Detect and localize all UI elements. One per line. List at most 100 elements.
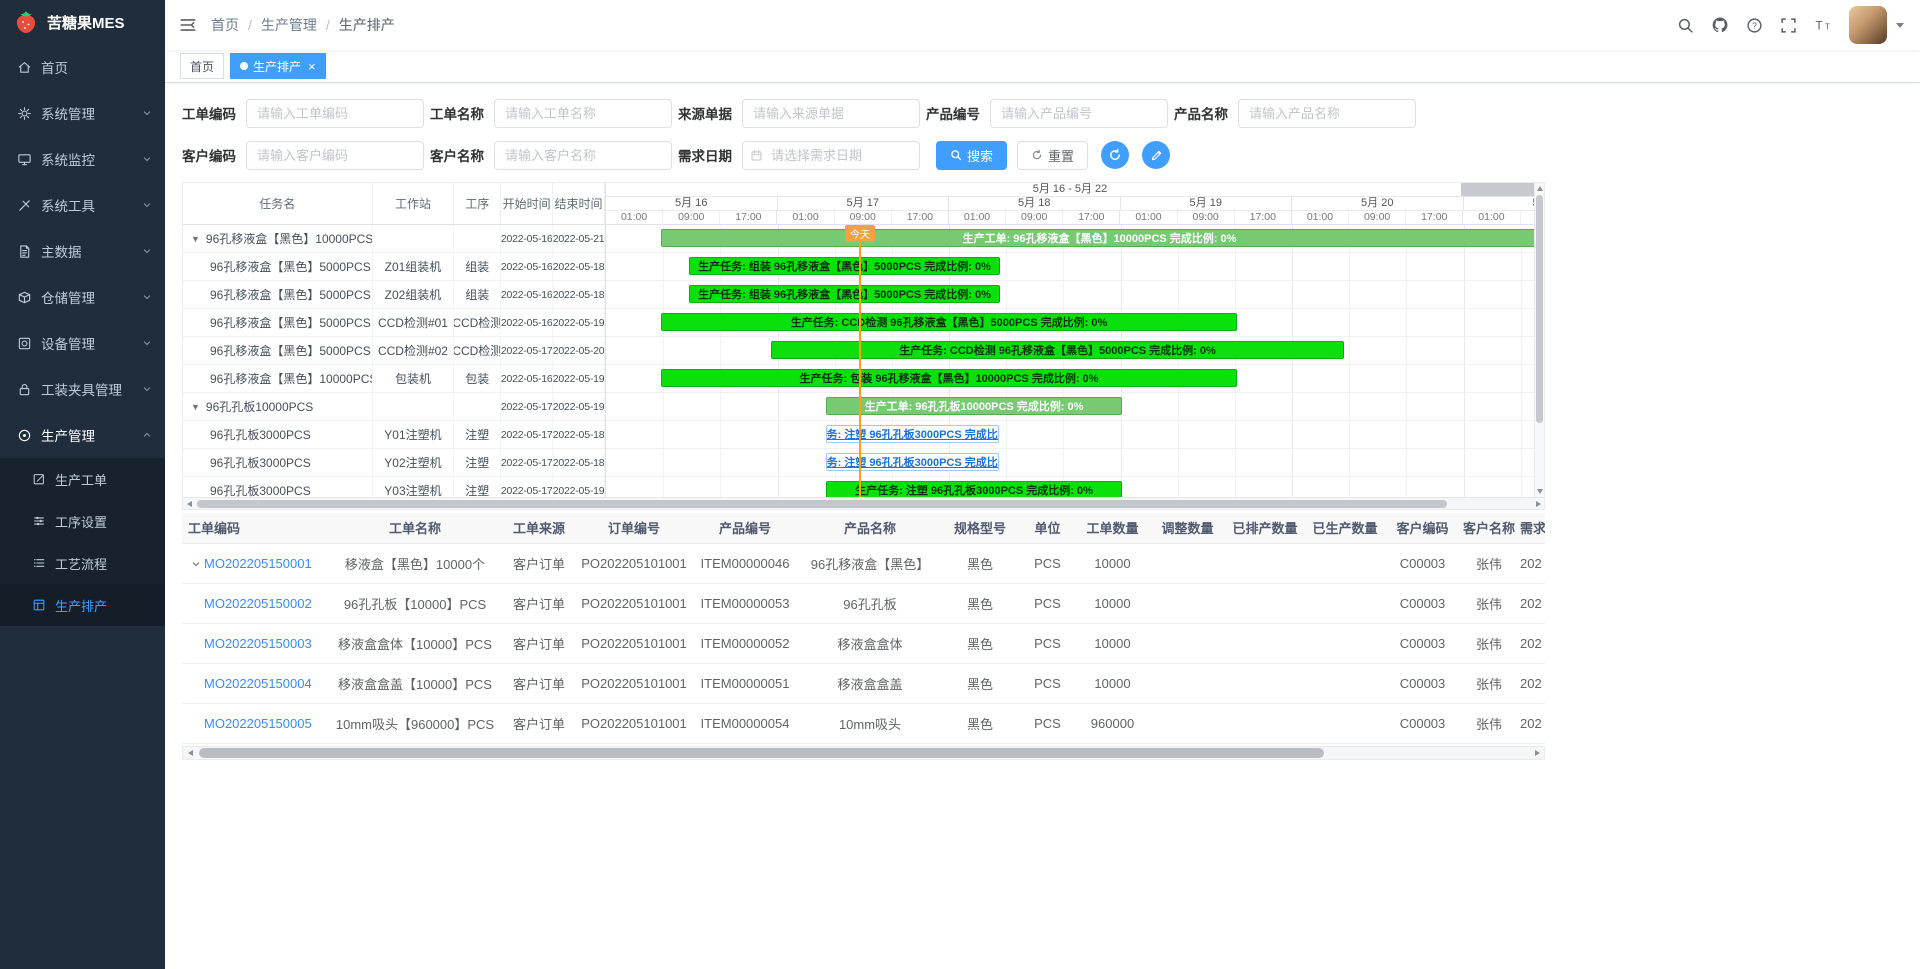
gantt-task-bar[interactable]: 生产任务: CCD检测 96孔移液盒【黑色】5000PCS 完成比例: 0% [771, 341, 1344, 359]
table-row[interactable]: MO202205150004移液盒盒盖【10000】PCS客户订单PO20220… [182, 663, 1545, 703]
workorder-link[interactable]: MO202205150003 [204, 636, 312, 651]
gantt-workorder-bar[interactable]: 生产工单: 96孔孔板10000PCS 完成比例: 0% [826, 397, 1122, 415]
collapse-triangle-icon[interactable]: ▼ [191, 234, 200, 244]
lock-icon [17, 382, 32, 397]
sidebar-item-7[interactable]: 工装夹具管理 [0, 366, 165, 412]
column-header: 已排产数量 [1225, 513, 1305, 543]
scroll-left-icon[interactable] [184, 747, 196, 759]
sidebar-item-5[interactable]: 仓储管理 [0, 274, 165, 320]
task-end: 2022-05-20 [553, 337, 605, 364]
filter-input[interactable] [742, 99, 920, 128]
sidebar-item-4[interactable]: 主数据 [0, 228, 165, 274]
gantt-task-bar[interactable]: 生产任务: 包装 96孔移液盒【黑色】10000PCS 完成比例: 0% [661, 369, 1237, 387]
demand-date-input[interactable] [742, 141, 920, 170]
sidebar-item-3[interactable]: 系统工具 [0, 182, 165, 228]
sidebar-subitem-0[interactable]: 生产工单 [0, 458, 165, 500]
gantt-task-bar[interactable]: 生产任务: 注塑 96孔孔板3000PCS 完成比例: 0% [826, 453, 999, 471]
gantt-task-row[interactable]: 96孔移液盒【黑色】5000PCSZ01组装机组装2022-05-162022-… [183, 253, 605, 281]
filter-input[interactable] [494, 141, 672, 170]
gantt-task-row[interactable]: ▼96孔孔板10000PCS2022-05-172022-05-19 [183, 393, 605, 421]
gantt-vertical-scrollbar[interactable] [1534, 183, 1544, 497]
filter-input[interactable] [1238, 99, 1416, 128]
sidebar-subitem-1[interactable]: 工序设置 [0, 500, 165, 542]
filter-input[interactable] [246, 141, 424, 170]
gantt-task-row[interactable]: 96孔移液盒【黑色】10000PCS包装机包装2022-05-162022-05… [183, 365, 605, 393]
hamburger-icon[interactable] [179, 16, 197, 34]
gantt-task-bar[interactable]: 生产任务: 组装 96孔移液盒【黑色】5000PCS 完成比例: 0% [689, 257, 1000, 275]
sidebar-item-label: 工装夹具管理 [41, 379, 132, 399]
table-row[interactable]: MO20220515000510mm吸头【960000】PCS客户订单PO202… [182, 703, 1545, 743]
sync-schedule-button[interactable] [1101, 141, 1129, 169]
filter-input[interactable] [494, 99, 672, 128]
workorder-link[interactable]: MO202205150004 [204, 676, 312, 691]
gantt-bar-label: 生产工单: 96孔孔板10000PCS 完成比例: 0% [865, 398, 1084, 414]
gantt-task-row[interactable]: 96孔移液盒【黑色】5000PCSCCD检测#02CCD检测2022-05-17… [183, 337, 605, 365]
gantt-hscroll-thumb[interactable] [197, 500, 1447, 508]
gantt-task-row[interactable]: 96孔移液盒【黑色】5000PCSCCD检测#01CCD检测2022-05-16… [183, 309, 605, 337]
search-icon[interactable] [1677, 17, 1694, 34]
edit-schedule-button[interactable] [1142, 141, 1170, 169]
cell-order: PO202205101001 [578, 583, 690, 623]
gantt-vscroll-thumb[interactable] [1536, 195, 1543, 423]
sidebar-item-1[interactable]: 系统管理 [0, 90, 165, 136]
fullscreen-icon[interactable] [1780, 17, 1797, 34]
workorder-link[interactable]: MO202205150005 [204, 716, 312, 731]
user-avatar[interactable] [1849, 6, 1887, 44]
workorder-link[interactable]: MO202205150001 [204, 556, 312, 571]
sidebar-item-2[interactable]: 系统监控 [0, 136, 165, 182]
help-icon[interactable]: ? [1746, 17, 1763, 34]
sidebar-subitem-3[interactable]: 生产排产 [0, 584, 165, 626]
scroll-left-icon[interactable] [183, 498, 195, 510]
gantt-task-row[interactable]: 96孔孔板3000PCSY02注塑机注塑2022-05-172022-05-18 [183, 449, 605, 477]
tab-item-0[interactable]: 首页 [180, 53, 224, 79]
task-name: 96孔移液盒【黑色】5000PCS [183, 281, 373, 308]
workorder-link[interactable]: MO202205150002 [204, 596, 312, 611]
gantt-task-bar[interactable]: 生产任务: CCD检测 96孔移液盒【黑色】5000PCS 完成比例: 0% [661, 313, 1237, 331]
breadcrumb-item[interactable]: 首页 [211, 15, 239, 35]
task-station: Y01注塑机 [373, 421, 455, 448]
scroll-up-icon[interactable] [1535, 183, 1545, 194]
gantt-bar-label: 生产任务: 包装 96孔移液盒【黑色】10000PCS 完成比例: 0% [800, 370, 1099, 386]
gantt-task-bar[interactable]: 生产任务: 注塑 96孔孔板3000PCS 完成比例: 0% [826, 425, 999, 443]
table-horizontal-scrollbar[interactable] [182, 746, 1545, 760]
table-row[interactable]: MO202205150001移液盒【黑色】10000个客户订单PO2022051… [182, 543, 1545, 583]
cell-customer-name: 张伟 [1460, 623, 1518, 663]
scroll-right-icon[interactable] [1532, 498, 1544, 510]
sidebar-item-0[interactable]: 首页 [0, 44, 165, 90]
table-row[interactable]: MO20220515000296孔孔板【10000】PCS客户订单PO20220… [182, 583, 1545, 623]
gantt-horizontal-scrollbar[interactable] [183, 497, 1544, 509]
filter-input[interactable] [990, 99, 1168, 128]
cell-scheduled [1225, 583, 1305, 623]
font-size-icon[interactable]: TT [1814, 17, 1832, 34]
tab-item-1[interactable]: 生产排产× [230, 53, 326, 79]
reset-button[interactable]: 重置 [1017, 141, 1088, 170]
table-row[interactable]: MO202205150003移液盒盒体【10000】PCS客户订单PO20220… [182, 623, 1545, 663]
task-station: Z02组装机 [373, 281, 455, 308]
filter-input[interactable] [246, 99, 424, 128]
gantt-task-row[interactable]: 96孔孔板3000PCSY01注塑机注塑2022-05-172022-05-18 [183, 421, 605, 449]
gantt-task-bar[interactable]: 生产任务: 注塑 96孔孔板3000PCS 完成比例: 0% [826, 481, 1122, 497]
scroll-down-icon[interactable] [1535, 486, 1545, 497]
breadcrumb-item[interactable]: 生产管理 [261, 15, 317, 35]
filter-field: 来源单据 [678, 99, 920, 128]
gantt-task-row[interactable]: ▼96孔移液盒【黑色】10000PCS2022-05-162022-05-21 [183, 225, 605, 253]
avatar-caret-down-icon[interactable] [1896, 23, 1904, 28]
gantt-day-label: 5月 21 [1464, 197, 1535, 210]
scroll-right-icon[interactable] [1531, 747, 1543, 759]
table-hscroll-thumb[interactable] [199, 748, 1324, 758]
collapse-triangle-icon[interactable]: ▼ [191, 402, 200, 412]
search-button[interactable]: 搜索 [936, 141, 1007, 170]
gantt-task-row[interactable]: 96孔移液盒【黑色】5000PCSZ02组装机组装2022-05-162022-… [183, 281, 605, 309]
gantt-workorder-bar[interactable]: 生产工单: 96孔移液盒【黑色】10000PCS 完成比例: 0% [661, 229, 1534, 247]
sidebar-item-6[interactable]: 设备管理 [0, 320, 165, 366]
gantt-grid-header: 任务名工作站工序开始时间结束时间 [183, 183, 605, 225]
cell-name: 10mm吸头【960000】PCS [330, 703, 500, 743]
gantt-panel: 任务名工作站工序开始时间结束时间 ▼96孔移液盒【黑色】10000PCS2022… [182, 182, 1545, 510]
tab-close-icon[interactable]: × [308, 60, 316, 73]
row-expand-chevron-icon[interactable] [188, 558, 204, 570]
app-logo[interactable]: 苦糖果MES [0, 0, 165, 44]
sidebar-subitem-2[interactable]: 工艺流程 [0, 542, 165, 584]
sidebar-item-8[interactable]: 生产管理 [0, 412, 165, 458]
gantt-task-bar[interactable]: 生产任务: 组装 96孔移液盒【黑色】5000PCS 完成比例: 0% [689, 285, 1000, 303]
github-icon[interactable] [1711, 16, 1729, 34]
